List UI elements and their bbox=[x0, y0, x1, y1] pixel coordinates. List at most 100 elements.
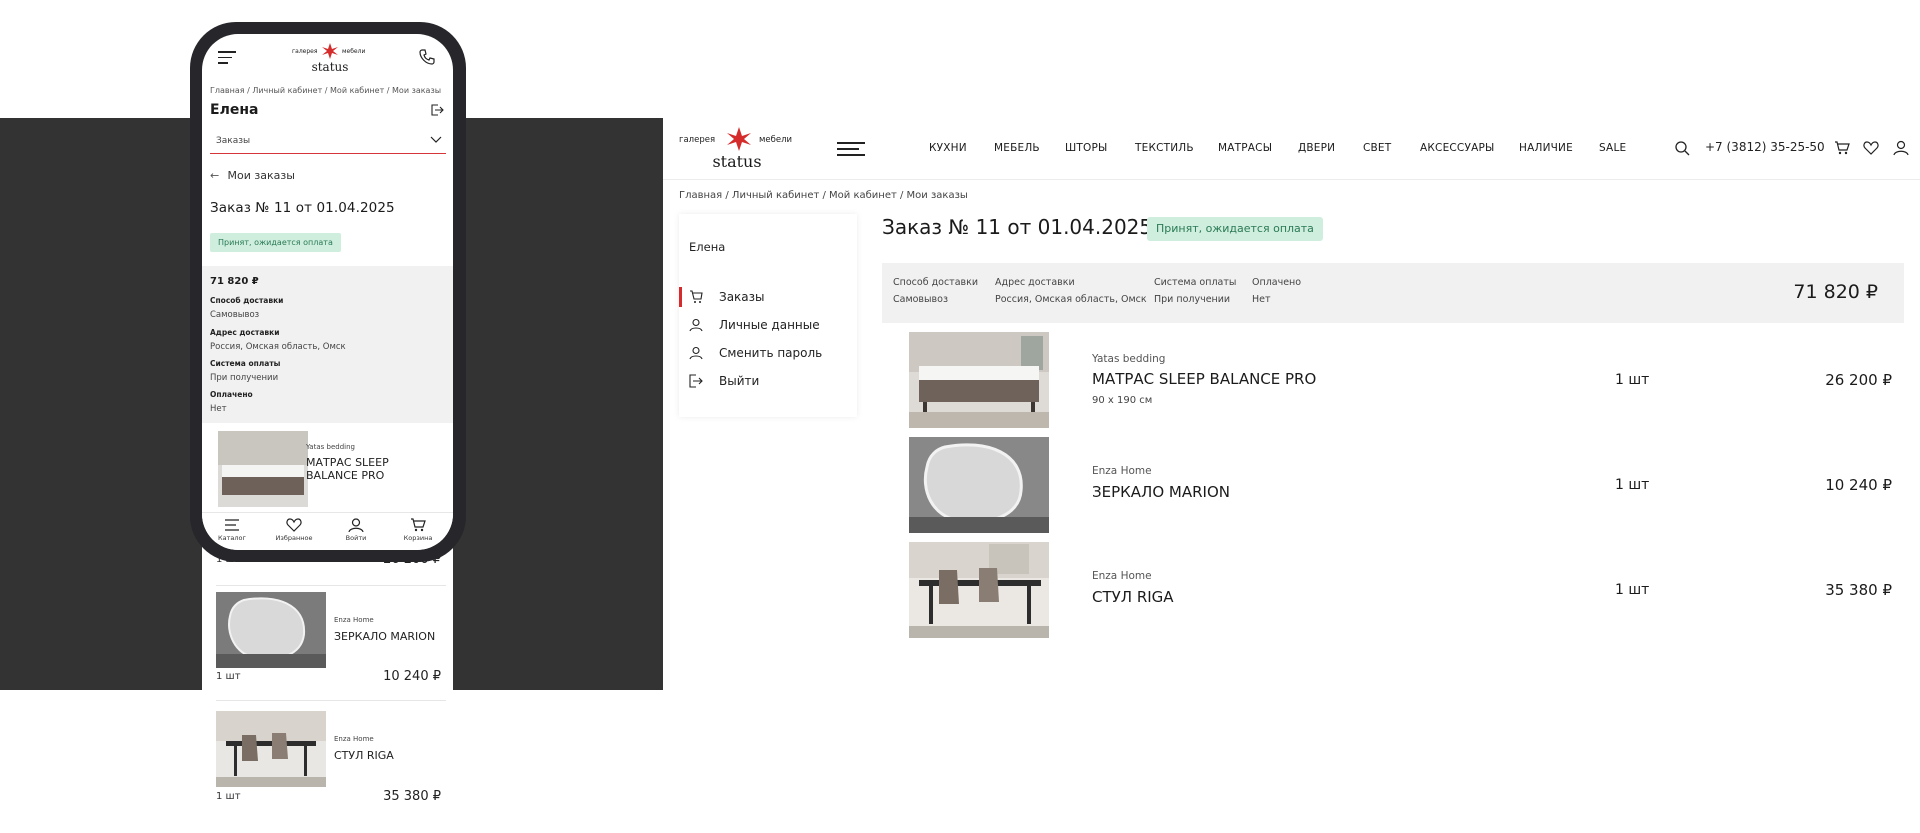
nav-item-furniture[interactable]: МЕБЕЛЬ bbox=[994, 142, 1040, 154]
sidebar-item-logout[interactable]: Выйти bbox=[679, 371, 857, 391]
nav-item-in-stock[interactable]: НАЛИЧИЕ bbox=[1519, 142, 1573, 154]
info-payment-system: Система оплаты При получении bbox=[1154, 277, 1237, 305]
arrow-left-icon: ← bbox=[210, 169, 220, 182]
divider bbox=[216, 700, 446, 701]
order-item-chair[interactable]: Enza Home СТУЛ RIGA 1 шт 35 380 ₽ bbox=[909, 542, 1904, 638]
product-name[interactable]: МАТРАС SLEEP BALANCE PRO bbox=[1092, 370, 1316, 388]
product-qty: 1 шт bbox=[1615, 372, 1650, 388]
back-link[interactable]: ← Мои заказы bbox=[210, 169, 295, 182]
info-payment-system: Система оплаты При получении bbox=[210, 359, 281, 383]
account-sidebar: Елена Заказы Личные данные Сменить парол… bbox=[679, 214, 857, 417]
logout-icon[interactable] bbox=[430, 103, 444, 117]
catalog-icon bbox=[225, 519, 239, 531]
mattress-product-image bbox=[909, 332, 1049, 428]
breadcrumb[interactable]: Главная / Личный кабинет / Мой кабинет /… bbox=[679, 190, 968, 201]
user-icon[interactable] bbox=[1893, 140, 1909, 156]
product-price: 10 240 ₽ bbox=[383, 669, 441, 684]
order-title: Заказ № 11 от 01.04.2025 bbox=[210, 200, 395, 216]
phone-screen: галерея мебели status Главная / Личный к… bbox=[202, 34, 453, 550]
svg-text:мебели: мебели bbox=[759, 135, 792, 145]
phone-number[interactable]: +7 (3812) 35-25-50 bbox=[1705, 140, 1825, 154]
logo-right-text: мебели bbox=[342, 48, 365, 55]
product-brand: Yatas bedding bbox=[306, 443, 355, 451]
status-badge: Принят, ожидается оплата bbox=[210, 233, 341, 252]
order-title: Заказ № 11 от 01.04.2025 bbox=[882, 215, 1153, 239]
sidebar-item-label: Выйти bbox=[719, 374, 760, 388]
info-delivery-method: Способ доставки Самовывоз bbox=[893, 277, 979, 305]
product-size: 90 х 190 см bbox=[1092, 395, 1153, 406]
info-delivery-method: Способ доставки Самовывоз bbox=[210, 296, 284, 320]
user-name: Елена bbox=[210, 102, 259, 118]
breadcrumb[interactable]: Главная / Личный кабинет / Мой кабинет /… bbox=[210, 86, 441, 95]
product-name[interactable]: ЗЕРКАЛО MARION bbox=[1092, 483, 1230, 501]
product-brand: Enza Home bbox=[1092, 570, 1152, 582]
product-brand: Enza Home bbox=[1092, 465, 1152, 477]
mirror-product-image bbox=[216, 592, 326, 668]
user-icon bbox=[689, 318, 703, 332]
product-qty: 1 шт bbox=[1615, 582, 1650, 598]
nav-item-sale[interactable]: SALE bbox=[1599, 142, 1626, 154]
info-paid: Оплачено Нет bbox=[1252, 277, 1302, 305]
status-badge: Принят, ожидается оплата bbox=[1147, 217, 1323, 241]
logout-icon bbox=[689, 374, 703, 388]
phone-icon[interactable] bbox=[418, 48, 436, 66]
product-qty: 1 шт bbox=[216, 791, 241, 802]
divider bbox=[216, 585, 446, 586]
chevron-down-icon bbox=[430, 136, 442, 143]
order-total: 71 820 ₽ bbox=[1793, 281, 1878, 303]
info-delivery-address: Адрес доставки Россия, Омская область, Ом… bbox=[210, 328, 346, 352]
order-item-mirror[interactable]: Enza Home ЗЕРКАЛО MARION 1 шт 10 240 ₽ bbox=[909, 437, 1904, 533]
product-qty: 1 шт bbox=[1615, 477, 1650, 493]
desktop-header: галерея мебели status КУХНИ МЕБЕЛЬ ШТОРЫ… bbox=[663, 118, 1920, 180]
nav-item-doors[interactable]: ДВЕРИ bbox=[1298, 142, 1335, 154]
info-delivery-address: Адрес доставки Россия, Омская область, Ом… bbox=[995, 277, 1147, 305]
tab-login[interactable]: Войти bbox=[326, 518, 386, 542]
svg-text:status: status bbox=[712, 152, 761, 171]
product-qty: 1 шт bbox=[216, 671, 241, 682]
order-item-mattress[interactable]: Yatas bedding МАТРАС SLEEP BALANCE PRO 9… bbox=[909, 332, 1904, 428]
sidebar-item-personal-data[interactable]: Личные данные bbox=[679, 315, 857, 335]
nav-item-light[interactable]: СВЕТ bbox=[1363, 142, 1391, 154]
heart-icon bbox=[286, 518, 302, 532]
order-total: 71 820 ₽ bbox=[210, 276, 259, 287]
heart-icon[interactable] bbox=[1863, 140, 1879, 156]
sidebar-item-orders[interactable]: Заказы bbox=[679, 287, 857, 307]
sidebar-item-change-password[interactable]: Сменить пароль bbox=[679, 343, 857, 363]
cart-icon bbox=[411, 518, 426, 532]
menu-icon[interactable] bbox=[837, 142, 865, 156]
product-name[interactable]: СТУЛ RIGA bbox=[1092, 588, 1174, 606]
logo-left-text: галерея bbox=[292, 48, 318, 55]
tab-cart[interactable]: Корзина bbox=[388, 518, 448, 542]
section-select[interactable]: Заказы bbox=[210, 130, 446, 154]
chair-product-image bbox=[909, 542, 1049, 638]
nav-item-mattresses[interactable]: МАТРАСЫ bbox=[1218, 142, 1272, 154]
cart-icon[interactable] bbox=[1834, 140, 1850, 156]
product-brand: Yatas bedding bbox=[1092, 353, 1166, 365]
nav-item-textile[interactable]: ТЕКСТИЛЬ bbox=[1135, 142, 1194, 154]
product-name: ЗЕРКАЛО MARION bbox=[334, 630, 436, 643]
product-name: СТУЛ RIGA bbox=[334, 749, 394, 762]
tab-favorites[interactable]: Избранное bbox=[264, 518, 324, 542]
back-link-label: Мои заказы bbox=[227, 169, 295, 182]
search-icon[interactable] bbox=[1674, 140, 1690, 156]
menu-icon[interactable] bbox=[218, 51, 236, 64]
active-indicator bbox=[679, 287, 682, 307]
mobile-tabbar: Каталог Избранное Войти Корзина bbox=[202, 512, 453, 550]
sidebar-item-label: Сменить пароль bbox=[719, 346, 823, 360]
tab-catalog[interactable]: Каталог bbox=[202, 518, 262, 542]
product-name: МАТРАС SLEEP BALANCE PRO bbox=[306, 456, 389, 482]
sidebar-item-label: Заказы bbox=[719, 290, 765, 304]
cart-icon bbox=[690, 290, 703, 303]
section-select-value: Заказы bbox=[216, 136, 251, 146]
product-price: 35 380 ₽ bbox=[383, 789, 441, 804]
desktop-page: галерея мебели status КУХНИ МЕБЕЛЬ ШТОРЫ… bbox=[663, 118, 1920, 690]
logo-main-text: status bbox=[312, 60, 349, 74]
sidebar-item-label: Личные данные bbox=[719, 318, 820, 332]
info-paid: Оплачено Нет bbox=[210, 390, 253, 414]
nav-item-curtains[interactable]: ШТОРЫ bbox=[1065, 142, 1108, 154]
nav-item-kitchens[interactable]: КУХНИ bbox=[929, 142, 967, 154]
mobile-extended-content: 1 шт 26 200 ₽ Enza Home ЗЕРКАЛО MARION 1… bbox=[202, 540, 453, 833]
logo[interactable]: галерея мебели status bbox=[679, 126, 795, 172]
nav-item-accessories[interactable]: АКСЕССУАРЫ bbox=[1420, 142, 1494, 154]
logo[interactable]: галерея мебели status bbox=[290, 42, 370, 76]
